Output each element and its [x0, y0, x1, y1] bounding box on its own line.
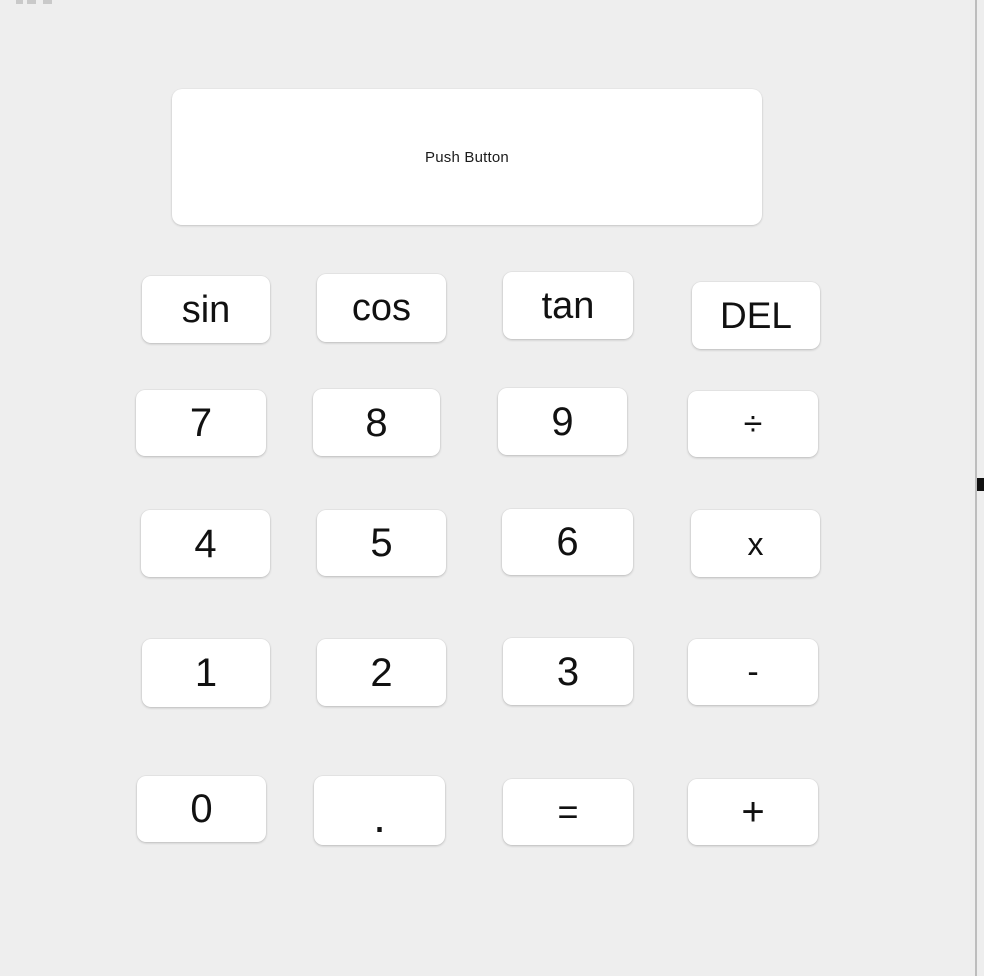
- cos-button[interactable]: cos: [317, 274, 446, 342]
- window-chrome-speck: [27, 0, 36, 4]
- digit-2-button[interactable]: 2: [317, 639, 446, 706]
- digit-6-button[interactable]: 6: [502, 509, 633, 575]
- push-button-panel[interactable]: Push Button: [172, 89, 762, 225]
- subtract-button[interactable]: -: [688, 639, 818, 705]
- tan-button[interactable]: tan: [503, 272, 633, 339]
- key-label: tan: [541, 284, 595, 327]
- divide-button[interactable]: ÷: [688, 391, 818, 457]
- key-label: sin: [181, 288, 231, 331]
- key-label: 4: [194, 521, 217, 566]
- digit-5-button[interactable]: 5: [317, 510, 446, 576]
- right-edge-caret-marker: [977, 478, 984, 491]
- digit-8-button[interactable]: 8: [313, 389, 440, 456]
- key-label: DEL: [720, 295, 792, 336]
- digit-1-button[interactable]: 1: [142, 639, 270, 707]
- key-label: +: [741, 790, 765, 834]
- digit-9-button[interactable]: 9: [498, 388, 627, 455]
- key-label: .: [373, 790, 386, 842]
- digit-0-button[interactable]: 0: [137, 776, 266, 842]
- sin-button[interactable]: sin: [142, 276, 270, 343]
- key-label: 3: [556, 649, 580, 694]
- key-label: 9: [551, 399, 574, 444]
- key-label: =: [557, 791, 579, 832]
- key-label: 8: [365, 400, 388, 445]
- digit-3-button[interactable]: 3: [503, 638, 633, 705]
- digit-7-button[interactable]: 7: [136, 390, 266, 456]
- key-label: 5: [370, 521, 393, 565]
- push-button-label: Push Button: [425, 148, 509, 166]
- add-button[interactable]: +: [688, 779, 818, 845]
- key-label: -: [747, 653, 759, 691]
- key-label: 7: [189, 401, 213, 445]
- window-chrome-speck: [43, 0, 52, 4]
- key-label: 0: [190, 787, 213, 831]
- key-label: x: [747, 525, 764, 562]
- key-label: ÷: [743, 405, 763, 443]
- window-chrome-speck: [16, 0, 23, 4]
- key-label: 1: [194, 651, 218, 695]
- equals-button[interactable]: =: [503, 779, 633, 845]
- delete-button[interactable]: DEL: [692, 282, 820, 349]
- calculator-app: Push Button sin cos tan DEL 7 8 9 ÷ 4 5 6 x 1 2 3 - 0. = +: [0, 0, 984, 976]
- key-label: 2: [370, 650, 393, 695]
- key-label: 6: [556, 520, 579, 564]
- key-label: cos: [351, 287, 412, 329]
- digit-4-button[interactable]: 4: [141, 510, 270, 577]
- multiply-button[interactable]: x: [691, 510, 820, 577]
- decimal-button[interactable]: .: [314, 776, 445, 845]
